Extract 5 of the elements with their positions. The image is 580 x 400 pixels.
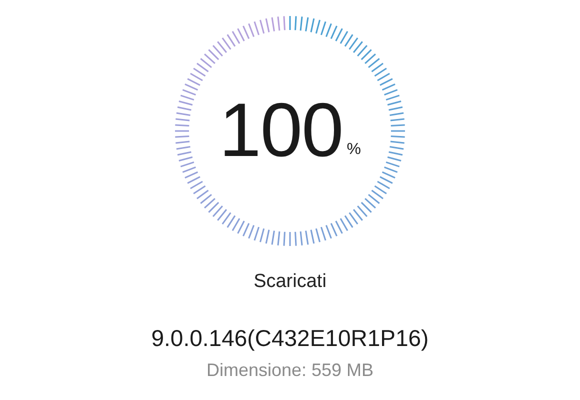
download-status: Scaricati [254, 271, 326, 293]
percent-unit: % [346, 141, 362, 159]
download-size: Dimensione: 559 MB [206, 360, 374, 381]
progress-value: 100 [218, 93, 343, 169]
version-number: 9.0.0.146(C432E10R1P16) [151, 325, 429, 352]
